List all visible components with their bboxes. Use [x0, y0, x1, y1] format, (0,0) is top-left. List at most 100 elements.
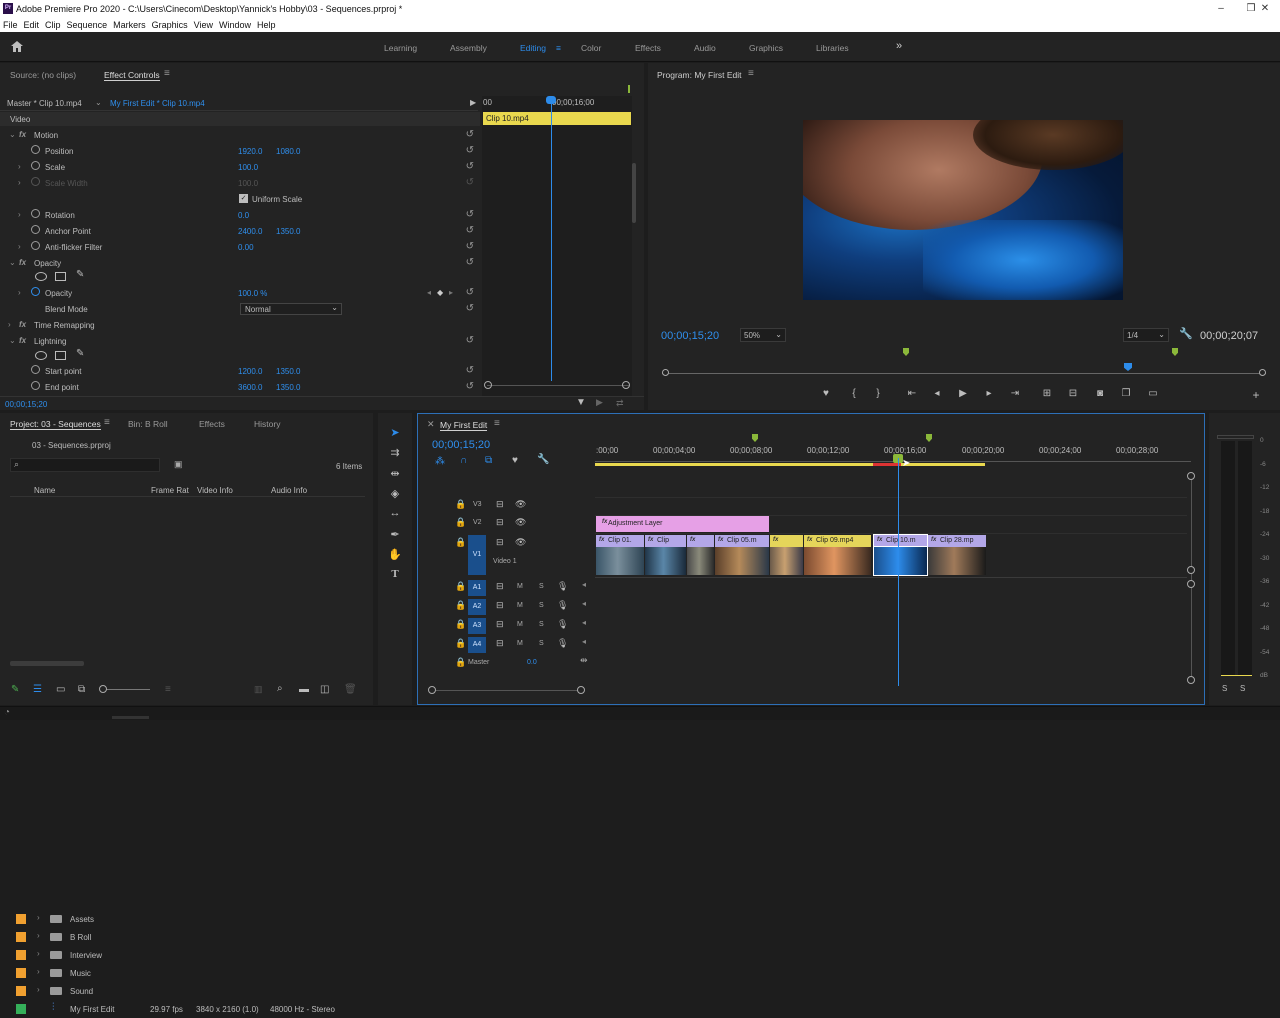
clip-thumbnail[interactable]	[687, 547, 714, 575]
sync-lock-icon[interactable]: ⊟	[496, 517, 504, 528]
status-progress-icon[interactable]: ◔	[4, 707, 10, 718]
project-row[interactable]: › Music	[10, 964, 370, 982]
export-frame-icon[interactable]: ▶	[596, 397, 603, 408]
clip-thumbnail[interactable]	[715, 547, 769, 575]
solo-right-button[interactable]: S	[1240, 684, 1245, 693]
nest-icon[interactable]: ⁂	[435, 456, 445, 467]
lock-icon[interactable]: 🔒	[455, 600, 466, 611]
eye-icon[interactable]: 👁	[515, 537, 526, 548]
scrub-start-handle[interactable]	[662, 369, 669, 376]
play-only-audio-icon[interactable]: ▶	[470, 98, 476, 107]
vertical-zoom-handle[interactable]	[1187, 676, 1195, 684]
menu-help[interactable]: Help	[254, 18, 279, 30]
lock-icon[interactable]: 🔒	[455, 537, 466, 548]
workspace-audio[interactable]: Audio	[694, 43, 716, 53]
lock-icon[interactable]: 🔒	[455, 619, 466, 630]
clip-thumbnail[interactable]	[873, 546, 928, 576]
sequence-clip-label[interactable]: My First Edit * Clip 10.mp4	[110, 99, 205, 108]
rotation-value[interactable]: 0.0	[238, 211, 249, 220]
pen-mask-icon[interactable]: ✎	[76, 348, 84, 359]
loop-icon[interactable]: ⇄	[616, 398, 624, 409]
zoom-slider-handle[interactable]	[99, 685, 107, 693]
chevron-right-icon[interactable]: ›	[18, 242, 21, 251]
project-row[interactable]: › B Roll	[10, 928, 370, 946]
track-target-a1[interactable]: A1	[468, 580, 486, 596]
master-volume-value[interactable]: 0.0	[527, 659, 537, 666]
slip-tool-icon[interactable]: ↔	[387, 507, 403, 523]
label-color-swatch[interactable]	[16, 914, 26, 924]
reset-icon[interactable]: ↺	[466, 129, 474, 140]
solo-button[interactable]: S	[539, 640, 544, 647]
scale-value[interactable]: 100.0	[238, 163, 258, 172]
project-row[interactable]: › Assets	[10, 910, 370, 928]
status-resize-handle[interactable]	[112, 716, 149, 719]
effect-controls-tab[interactable]: Effect Controls	[104, 70, 160, 81]
horizontal-scrollbar[interactable]	[10, 661, 84, 666]
go-to-end-icon[interactable]: ⇹	[580, 655, 588, 666]
mute-button[interactable]: M	[517, 621, 523, 628]
razor-tool-icon[interactable]: ◈	[387, 487, 403, 503]
position-x-value[interactable]: 1920.0	[238, 147, 262, 156]
marker-icon[interactable]	[1172, 348, 1178, 356]
fx-badge-icon[interactable]: fx	[19, 130, 26, 139]
stopwatch-icon[interactable]	[31, 145, 40, 154]
microphone-icon[interactable]: 🎙	[557, 600, 568, 611]
keyframe-toggle-icon[interactable]: ◂	[582, 599, 586, 608]
reset-icon[interactable]: ↺	[466, 335, 474, 346]
go-to-out-icon[interactable]: ⇥	[1007, 388, 1023, 402]
workspace-libraries[interactable]: Libraries	[816, 43, 849, 53]
effect-zoom-scrollbar[interactable]	[487, 385, 629, 386]
chevron-right-icon[interactable]: ›	[37, 913, 40, 922]
workspace-assembly[interactable]: Assembly	[450, 43, 487, 53]
program-video-frame[interactable]	[803, 120, 1123, 300]
scrub-end-handle[interactable]	[1259, 369, 1266, 376]
prev-keyframe-icon[interactable]: ◂	[427, 288, 431, 297]
close-button[interactable]: ✕	[1250, 0, 1280, 18]
label-color-swatch[interactable]	[16, 932, 26, 942]
reset-icon[interactable]: ↺	[466, 287, 474, 298]
menu-sequence[interactable]: Sequence	[64, 18, 111, 30]
extract-icon[interactable]: ⊟	[1065, 388, 1081, 402]
program-monitor-title[interactable]: Program: My First Edit	[657, 70, 742, 80]
new-bin-icon[interactable]: ▬	[299, 684, 309, 695]
workspace-graphics[interactable]: Graphics	[749, 43, 783, 53]
zoom-handle-left[interactable]	[484, 381, 492, 389]
menu-edit[interactable]: Edit	[21, 18, 43, 30]
stopwatch-icon[interactable]	[31, 381, 40, 390]
menu-window[interactable]: Window	[216, 18, 254, 30]
track-target-v1[interactable]: V1	[468, 535, 486, 575]
lock-icon[interactable]: 🔒	[455, 581, 466, 592]
solo-button[interactable]: S	[539, 602, 544, 609]
lift-icon[interactable]: ⊞	[1039, 388, 1055, 402]
anti-flicker-value[interactable]: 0.00	[238, 243, 254, 252]
workspace-editing[interactable]: Editing	[520, 43, 546, 53]
position-y-value[interactable]: 1080.0	[276, 147, 300, 156]
reset-icon[interactable]: ↺	[466, 161, 474, 172]
sync-lock-icon[interactable]: ⊟	[496, 499, 504, 510]
sync-lock-icon[interactable]: ⊟	[496, 619, 504, 630]
effects-tab[interactable]: Effects	[199, 419, 225, 429]
program-scrub-bar[interactable]	[662, 369, 1266, 377]
button-editor-icon[interactable]: +	[1248, 388, 1264, 402]
chevron-right-icon[interactable]: ›	[37, 931, 40, 940]
vertical-zoom-handle[interactable]	[1187, 472, 1195, 480]
workspace-color[interactable]: Color	[581, 43, 601, 53]
filter-icon[interactable]: ▼	[576, 397, 586, 408]
program-timecode[interactable]: 00;00;15;20	[661, 330, 719, 342]
effect-controls-timecode[interactable]: 00;00;15;20	[5, 400, 47, 409]
hand-tool-icon[interactable]: ✋	[387, 548, 403, 564]
microphone-icon[interactable]: 🎙	[557, 581, 568, 592]
find-icon[interactable]: ⌕	[277, 683, 283, 694]
label-color-swatch[interactable]	[16, 1004, 26, 1014]
mute-button[interactable]: M	[517, 640, 523, 647]
sync-lock-icon[interactable]: ⊟	[496, 638, 504, 649]
column-frame-rate[interactable]: Frame Rat	[151, 486, 189, 495]
effect-clip-bar[interactable]: Clip 10.mp4	[483, 112, 631, 125]
workspace-effects[interactable]: Effects	[635, 43, 661, 53]
stopwatch-icon[interactable]	[31, 287, 40, 296]
go-to-in-icon[interactable]: ⇤	[904, 388, 920, 402]
solo-button[interactable]: S	[539, 583, 544, 590]
lock-icon[interactable]: 🔒	[455, 517, 466, 528]
comparison-view-icon[interactable]: ❐	[1118, 388, 1134, 402]
reset-icon[interactable]: ↺	[466, 241, 474, 252]
